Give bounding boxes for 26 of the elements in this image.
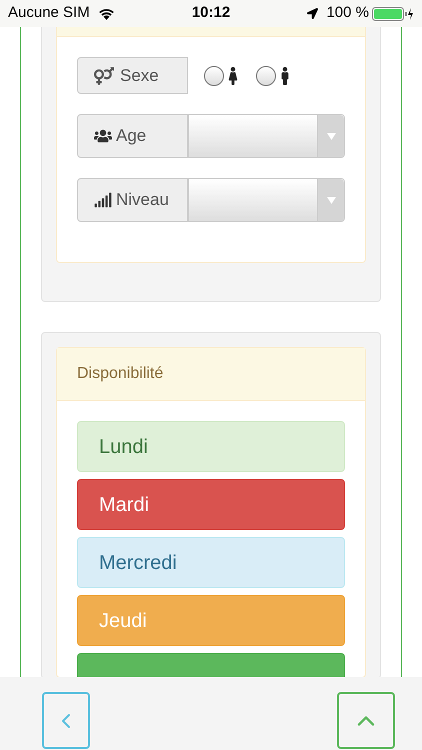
card-title: Disponibilité bbox=[77, 364, 164, 384]
clock-text: 10:12 bbox=[192, 3, 230, 24]
day-button[interactable]: Mercredi bbox=[77, 537, 345, 588]
field-label-text: Niveau bbox=[116, 189, 169, 212]
scroll-up-button[interactable] bbox=[337, 692, 395, 749]
battery-percent: 100 % bbox=[326, 3, 369, 24]
radio-button[interactable] bbox=[204, 66, 224, 86]
wifi-icon bbox=[98, 7, 115, 20]
dropdown-caret-icon bbox=[326, 196, 336, 204]
day-button[interactable]: Mardi bbox=[77, 479, 345, 530]
select-field[interactable] bbox=[188, 114, 345, 158]
field-label-text: Age bbox=[116, 125, 146, 148]
day-button[interactable] bbox=[77, 653, 345, 677]
sexe-text: Sexe bbox=[120, 64, 159, 87]
day-button[interactable]: Lundi bbox=[77, 421, 345, 472]
signal-icon bbox=[94, 192, 112, 208]
carrier-text: Aucune SIM bbox=[8, 3, 90, 24]
back-button[interactable] bbox=[42, 692, 90, 749]
woman-icon bbox=[226, 66, 240, 84]
radio-button[interactable] bbox=[256, 66, 276, 86]
dropdown-caret-icon bbox=[326, 132, 336, 140]
gender-icon bbox=[94, 66, 114, 84]
select-field[interactable] bbox=[188, 178, 345, 222]
location-icon bbox=[307, 8, 318, 19]
battery-icon bbox=[372, 6, 414, 20]
users-icon bbox=[94, 128, 112, 144]
